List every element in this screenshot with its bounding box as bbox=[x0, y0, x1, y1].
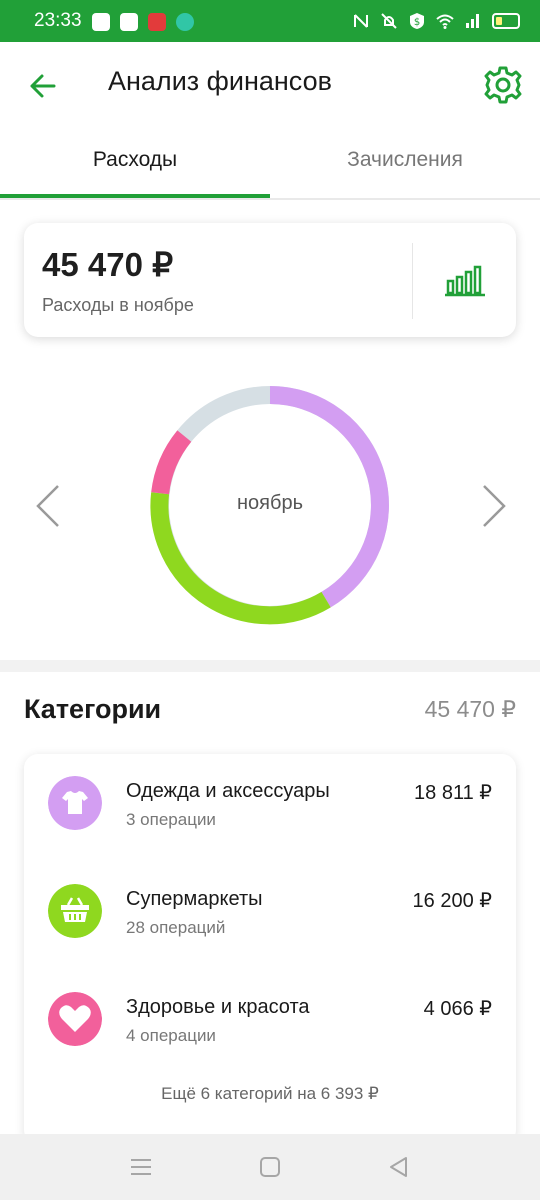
settings-gear-icon[interactable] bbox=[482, 64, 524, 106]
system-navigation-bar bbox=[0, 1134, 540, 1200]
wifi-icon bbox=[436, 14, 454, 29]
total-expenses-label: Расходы в ноябре bbox=[42, 295, 194, 315]
bar-chart-icon[interactable] bbox=[444, 263, 486, 297]
section-separator bbox=[0, 660, 540, 672]
categories-total: 45 470 ₽ bbox=[424, 696, 516, 722]
donut-health-segment bbox=[151, 430, 192, 495]
next-month-chevron-icon[interactable] bbox=[478, 484, 508, 528]
shield-dollar-icon: $ bbox=[410, 13, 424, 29]
category-name: Здоровье и красота bbox=[126, 996, 310, 1018]
category-operations: 28 операций bbox=[126, 918, 226, 937]
category-name: Супермаркеты bbox=[126, 888, 263, 910]
categories-title: Категории bbox=[24, 694, 162, 724]
summary-card[interactable]: 45 470 ₽ Расходы в ноябре bbox=[24, 223, 516, 337]
tshirt-icon bbox=[48, 776, 102, 830]
categories-card: Одежда и аксессуары 3 операции 18 811 ₽ … bbox=[24, 754, 516, 1144]
category-row-health[interactable]: Здоровье и красота 4 операции 4 066 ₽ bbox=[24, 970, 516, 1060]
notification-icons bbox=[92, 13, 194, 31]
app-bar: Анализ финансов bbox=[0, 42, 540, 128]
category-operations: 3 операции bbox=[126, 810, 216, 829]
tabs: Расходы Зачисления bbox=[0, 128, 540, 200]
back-arrow-icon[interactable] bbox=[24, 66, 64, 106]
page-title: Анализ финансов bbox=[108, 66, 332, 96]
category-row-supermarkets[interactable]: Супермаркеты 28 операций 16 200 ₽ bbox=[24, 862, 516, 952]
category-row-clothes[interactable]: Одежда и аксессуары 3 операции 18 811 ₽ bbox=[24, 754, 516, 844]
news-app-icon bbox=[148, 13, 166, 31]
category-name: Одежда и аксессуары bbox=[126, 780, 330, 802]
signal-icon bbox=[466, 14, 479, 28]
category-amount: 18 811 ₽ bbox=[414, 782, 492, 804]
donut-month-label: ноябрь bbox=[237, 492, 303, 514]
chat-app-icon bbox=[176, 13, 194, 31]
category-amount: 4 066 ₽ bbox=[423, 998, 492, 1020]
basket-icon bbox=[48, 884, 102, 938]
svg-text:$: $ bbox=[414, 17, 420, 28]
category-amount: 16 200 ₽ bbox=[412, 890, 492, 912]
back-icon[interactable] bbox=[386, 1154, 412, 1180]
status-time: 23:33 bbox=[34, 10, 82, 31]
home-icon[interactable] bbox=[257, 1154, 283, 1180]
tab-expenses[interactable]: Расходы bbox=[0, 128, 270, 198]
status-bar: 23:33 $ bbox=[0, 0, 540, 42]
mute-icon bbox=[381, 13, 397, 29]
category-operations: 4 операции bbox=[126, 1026, 216, 1045]
nfc-icon bbox=[354, 14, 368, 28]
menu-icon[interactable] bbox=[128, 1154, 154, 1180]
viber-icon bbox=[92, 13, 110, 31]
system-icons: $ bbox=[352, 12, 520, 30]
divider bbox=[412, 243, 413, 319]
more-categories-link[interactable]: Ещё 6 категорий на 6 393 ₽ bbox=[24, 1084, 516, 1104]
heart-icon bbox=[48, 992, 102, 1046]
battery-icon bbox=[492, 13, 520, 29]
previous-month-chevron-icon[interactable] bbox=[34, 484, 64, 528]
app-notification-icon bbox=[120, 13, 138, 31]
total-expenses-amount: 45 470 ₽ bbox=[42, 246, 174, 283]
tab-income[interactable]: Зачисления bbox=[270, 128, 540, 198]
